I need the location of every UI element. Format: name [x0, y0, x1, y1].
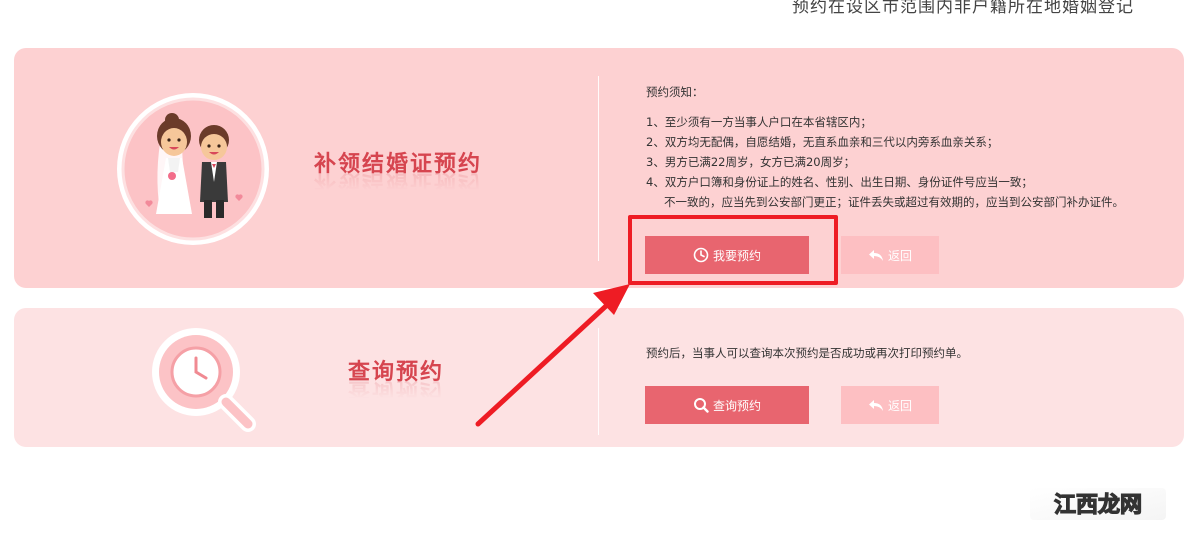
- query-title: 查询预约 查询预约: [348, 359, 445, 403]
- jiangxi-longwang-logo: 江西龙网: [1028, 484, 1168, 524]
- panel-divider: [598, 76, 599, 261]
- back-button[interactable]: 返回: [841, 236, 939, 274]
- return-arrow-icon: [868, 247, 884, 263]
- query-reservation-button[interactable]: 查询预约: [645, 386, 809, 424]
- panel-divider: [598, 328, 599, 435]
- watermark-text: 江西龙网: [1054, 493, 1142, 518]
- back-label: 返回: [887, 398, 912, 413]
- back-button[interactable]: 返回: [841, 386, 939, 424]
- return-arrow-icon: [868, 397, 884, 413]
- notice-item: 1、至少须有一方当事人户口在本省辖区内；: [646, 115, 872, 129]
- query-description: 预约后，当事人可以查询本次预约是否成功或再次打印预约单。: [646, 346, 968, 360]
- annotation-highlight-box: [628, 215, 838, 285]
- notice-title: 预约须知：: [646, 85, 704, 99]
- top-note: 预约在设区市范围内非户籍所在地婚姻登记: [792, 0, 1134, 16]
- reissue-title: 补领结婚证预约 补领结婚证预约: [314, 151, 483, 195]
- query-reservation-label: 查询预约: [712, 398, 761, 413]
- notice-continuation: 不一致的，应当先到公安部门更正；证件丢失或超过有效期的，应当到公安部门补办证件。: [664, 195, 1124, 209]
- back-label: 返回: [887, 248, 912, 263]
- reservation-notice: 预约须知： 1、至少须有一方当事人户口在本省辖区内； 2、双方均无配偶，自愿结婚…: [646, 82, 1124, 212]
- query-reservation-panel: 查询预约 查询预约 预约后，当事人可以查询本次预约是否成功或再次打印预约单。 查…: [14, 308, 1184, 447]
- notice-item: 3、男方已满22周岁，女方已满20周岁；: [646, 155, 856, 169]
- notice-item: 4、双方户口簿和身份证上的姓名、性别、出生日期、身份证件号应当一致；: [646, 175, 1033, 189]
- search-icon: [693, 397, 709, 413]
- reissue-marriage-certificate-panel: 补领结婚证预约 补领结婚证预约 预约须知： 1、至少须有一方当事人户口在本省辖区…: [14, 48, 1184, 288]
- search-clock-illustration: [152, 328, 256, 432]
- notice-list: 1、至少须有一方当事人户口在本省辖区内； 2、双方均无配偶，自愿结婚，无直系血亲…: [646, 112, 1124, 192]
- wedding-couple-illustration: [117, 93, 269, 245]
- notice-item: 2、双方均无配偶，自愿结婚，无直系血亲和三代以内旁系血亲关系；: [646, 135, 999, 149]
